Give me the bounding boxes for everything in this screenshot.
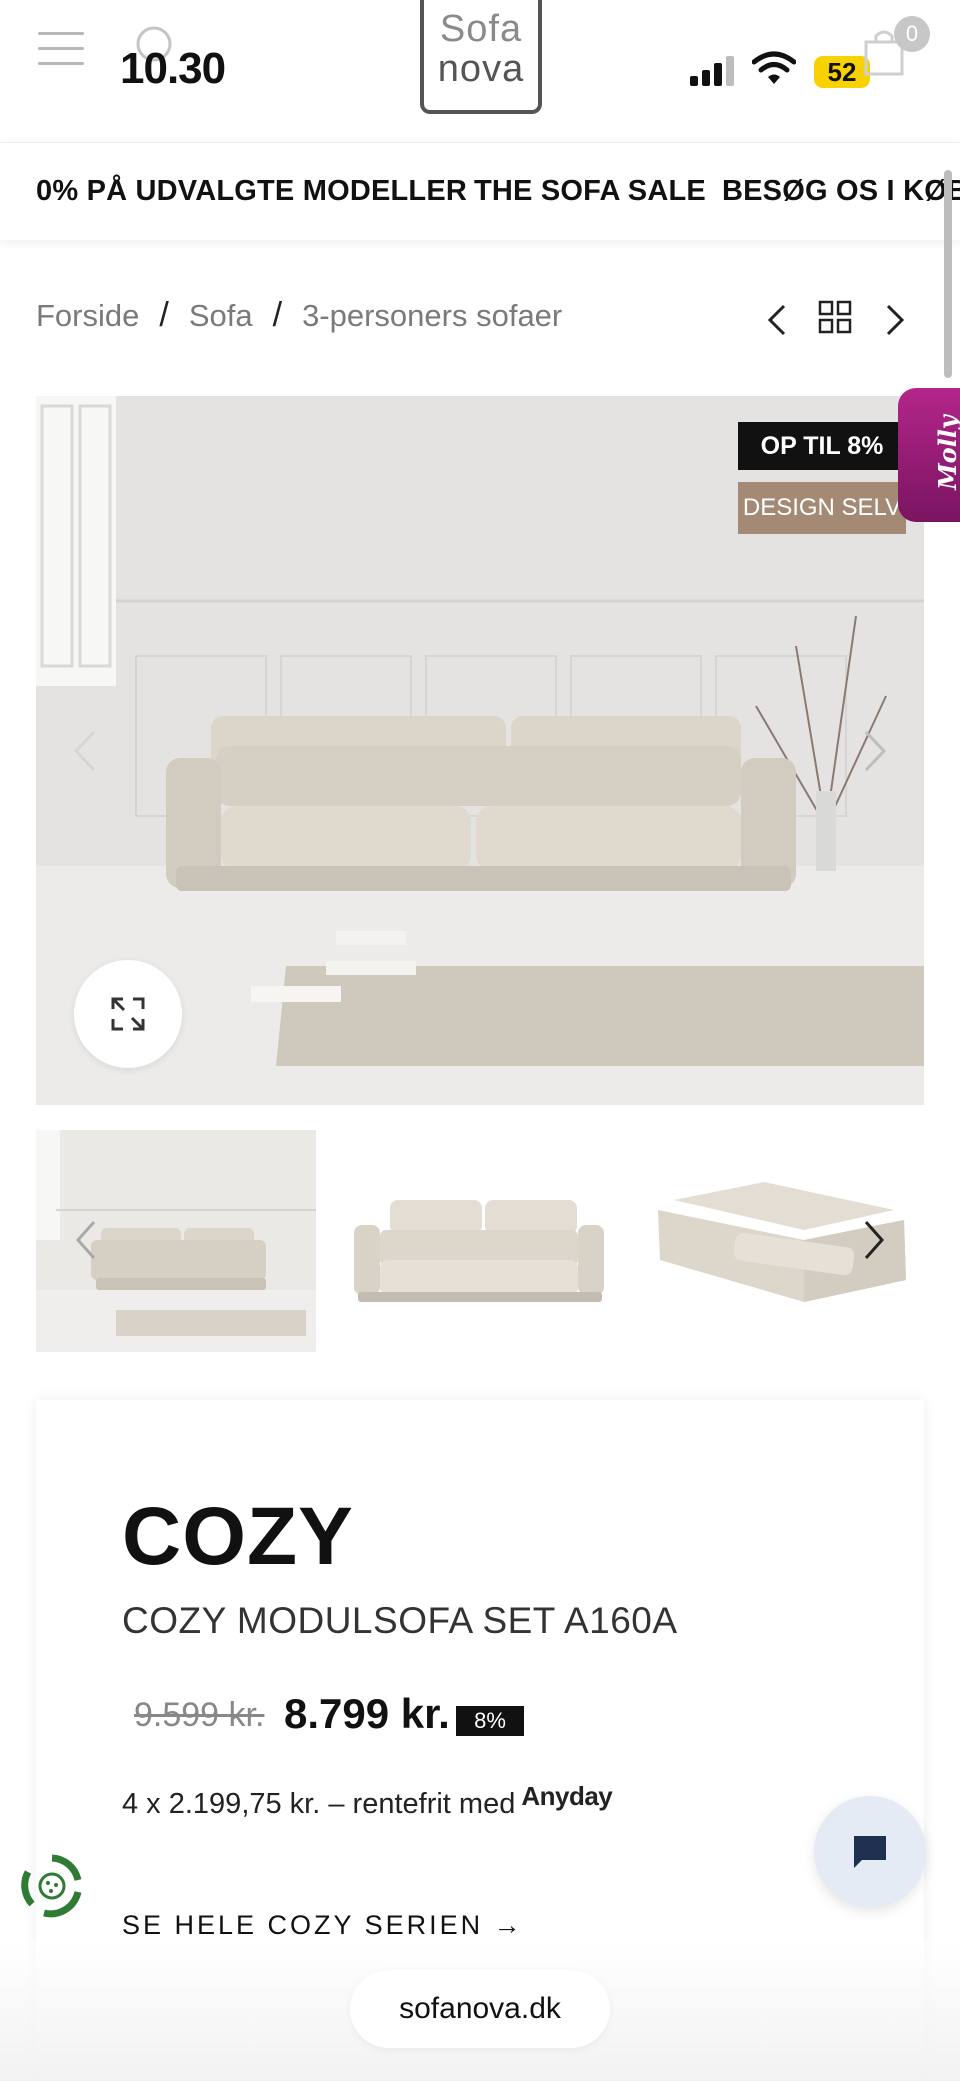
product-name: COZY MODULSOFA SET A160A <box>122 1600 678 1641</box>
design-yourself-badge: DESIGN SELV <box>738 482 906 534</box>
installments-text: 4 x 2.199,75 kr. – rentefrit med Anyday <box>122 1781 613 1821</box>
discount-tag: 8% <box>456 1706 524 1736</box>
breadcrumb-item-category[interactable]: 3-personers sofaer <box>302 298 562 334</box>
expand-image-button[interactable] <box>74 960 182 1068</box>
thumbnail-2[interactable] <box>340 1130 620 1352</box>
installments-amount: 4 x 2.199,75 kr. – rentefrit med <box>122 1788 516 1820</box>
breadcrumb-item-forside[interactable]: Forside <box>36 298 139 334</box>
site-header: 10.30 Sofa nova 52 0 <box>0 0 960 140</box>
promo-item[interactable]: BESØG OS I KØBE <box>722 175 960 208</box>
molly-widget[interactable]: Molly <box>898 388 960 522</box>
promo-item[interactable]: 0% PÅ UDVALGTE MODELLER <box>36 175 467 208</box>
breadcrumb: Forside / Sofa / 3-personers sofaer <box>36 296 562 335</box>
thumbnail-next-arrow-icon[interactable] <box>860 1218 888 1262</box>
logo-line2: nova <box>437 48 525 90</box>
address-bar[interactable]: sofanova.dk <box>350 1970 610 2048</box>
breadcrumb-separator: / <box>272 296 283 334</box>
see-series-link[interactable]: SE HELE COZY SERIEN → <box>122 1910 524 1941</box>
thumbnail-prev-arrow-icon[interactable] <box>72 1218 100 1262</box>
previous-product-icon[interactable] <box>760 300 794 340</box>
promo-item[interactable]: THE SOFA SALE <box>474 175 706 208</box>
chat-bubble-icon <box>854 1836 886 1868</box>
next-product-icon[interactable] <box>878 300 912 340</box>
cart-count-badge: 0 <box>894 16 930 52</box>
signal-icon <box>690 56 734 86</box>
promo-strip: 0% PÅ UDVALGTE MODELLER THE SOFA SALE BE… <box>0 142 960 240</box>
image-prev-arrow-icon[interactable] <box>70 728 100 774</box>
molly-label: Molly <box>932 415 960 490</box>
page-scrollbar[interactable] <box>944 170 952 378</box>
breadcrumb-separator: / <box>159 296 169 334</box>
anyday-logo[interactable]: Anyday <box>521 1781 612 1811</box>
recycle-icon[interactable] <box>18 1852 86 1920</box>
discount-badge: OP TIL 8% <box>738 422 906 470</box>
status-time: 10.30 <box>120 44 226 93</box>
new-price: 8.799 kr. <box>284 1690 450 1737</box>
grid-view-icon[interactable] <box>818 300 852 334</box>
image-next-arrow-icon[interactable] <box>860 728 890 774</box>
old-price: 9.599 kr. <box>134 1696 265 1734</box>
expand-icon <box>111 997 145 1031</box>
product-brand: COZY <box>122 1491 354 1582</box>
site-logo[interactable]: Sofa nova <box>420 0 542 114</box>
menu-icon[interactable] <box>38 32 84 66</box>
breadcrumb-item-sofa[interactable]: Sofa <box>189 298 253 334</box>
wifi-icon <box>752 51 796 84</box>
chat-button[interactable] <box>814 1796 926 1908</box>
logo-line1: Sofa <box>439 8 523 50</box>
